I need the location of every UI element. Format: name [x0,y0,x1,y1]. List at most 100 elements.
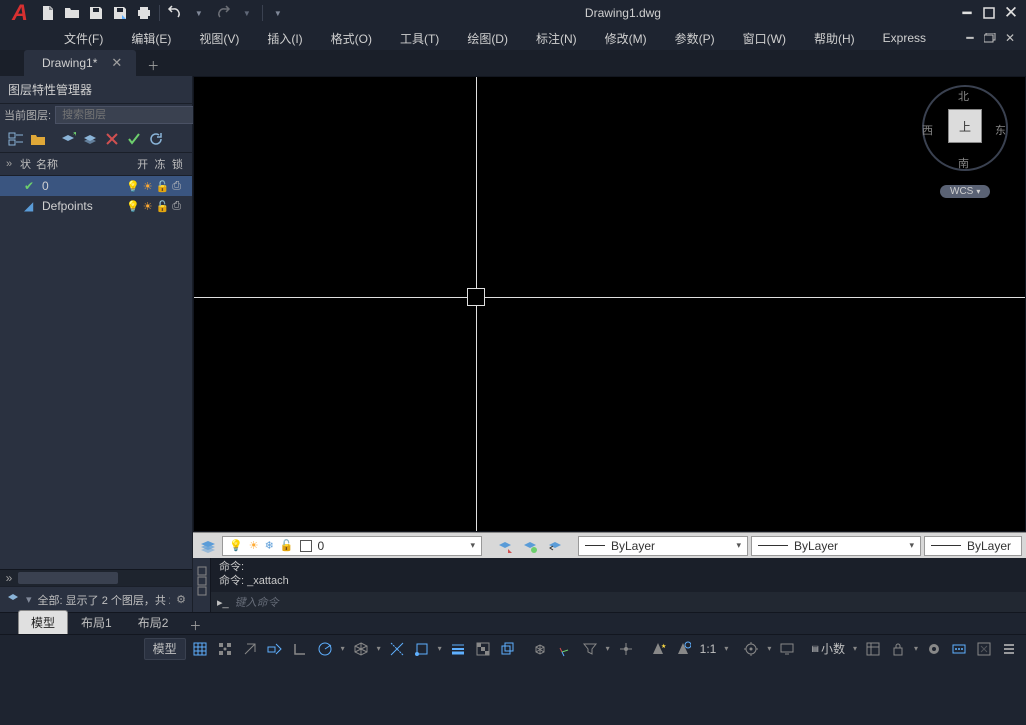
wcs-badge[interactable]: WCS▾ [940,185,990,198]
layer-manager-icon[interactable] [197,535,219,557]
settings-icon[interactable]: ⚙ [176,593,186,606]
command-input[interactable]: ▸_ 键入命令 [211,592,1026,612]
transparency-icon[interactable] [472,638,494,660]
layer-row[interactable]: ◢ Defpoints 💡 ☀ 🔓 ⎙ [0,196,192,216]
menu-dimension[interactable]: 标注(N) [522,27,591,50]
lock-ui-icon[interactable] [887,638,909,660]
menu-help[interactable]: 帮助(H) [800,27,869,50]
annotation-scale-button[interactable]: 1:1 [697,638,720,660]
dropdown-icon[interactable]: ▾ [339,644,347,653]
menu-tools[interactable]: 工具(T) [386,27,453,50]
save-icon[interactable] [86,3,106,23]
sun-icon[interactable]: ☀ [143,180,153,193]
panel-collapse-icon[interactable]: » [0,570,18,586]
layer-previous-icon[interactable] [544,535,566,557]
isolate-objects-icon[interactable] [923,638,945,660]
undo-dropdown-icon[interactable]: ▼ [189,3,209,23]
viewcube-south[interactable]: 南 [958,155,969,171]
plot-icon[interactable]: ⎙ [172,180,181,193]
open-icon[interactable] [62,3,82,23]
dropdown-icon[interactable]: ▾ [722,644,730,653]
menu-draw[interactable]: 绘图(D) [453,27,522,50]
customization-icon[interactable] [998,638,1020,660]
redo-dropdown-icon[interactable]: ▼ [237,3,257,23]
clean-screen-icon[interactable] [973,638,995,660]
gizmo-icon[interactable] [615,638,637,660]
set-current-icon[interactable] [124,130,144,148]
dynamic-ucs-icon[interactable] [554,638,576,660]
lineweight-display-icon[interactable] [447,638,469,660]
header-state[interactable]: 状 [20,156,36,172]
layer-search-input[interactable] [55,106,211,124]
2d-osnap-icon[interactable] [411,638,433,660]
dropdown-icon[interactable]: ▾ [851,644,859,653]
object-snap-tracking-icon[interactable] [386,638,408,660]
viewcube-east[interactable]: 东 [995,122,1006,138]
dropdown-icon[interactable]: ▾ [604,644,612,653]
layer-state-icon[interactable] [80,130,100,148]
add-tab-button[interactable]: ＋ [142,54,164,76]
bulb-icon[interactable]: 💡 [126,180,140,193]
delete-layer-icon[interactable] [102,130,122,148]
filter-tree-icon[interactable] [6,130,26,148]
refresh-icon[interactable] [146,130,166,148]
ortho-mode-icon[interactable] [289,638,311,660]
new-icon[interactable] [38,3,58,23]
document-tab[interactable]: Drawing1* ✕ [24,50,136,76]
close-button[interactable]: ✕ [1000,2,1022,24]
tab-layout2[interactable]: 布局2 [125,610,182,634]
layer-select[interactable]: 💡 ☀ ❄ 🔓 0 ▾ [222,536,482,556]
dropdown-icon[interactable]: ▾ [912,644,920,653]
infer-constraints-icon[interactable] [239,638,261,660]
filter-toggle-icon[interactable] [6,591,20,608]
print-icon[interactable] [134,3,154,23]
horizontal-scrollbar[interactable] [18,570,192,586]
tab-layout1[interactable]: 布局1 [68,610,125,634]
redo-icon[interactable] [213,3,233,23]
annotation-monitor-icon[interactable] [776,638,798,660]
menu-view[interactable]: 视图(V) [185,27,253,50]
match-layer-icon[interactable] [519,535,541,557]
header-freeze[interactable]: 冻 [154,156,165,172]
new-layer-icon[interactable]: ✶ [58,130,78,148]
sun-icon[interactable]: ☀ [143,200,153,213]
dynamic-input-icon[interactable] [264,638,286,660]
add-layout-button[interactable]: ＋ [185,616,205,634]
selection-filter-icon[interactable] [579,638,601,660]
undo-icon[interactable] [165,3,185,23]
hardware-acceleration-icon[interactable] [948,638,970,660]
viewcube-top-face[interactable]: 上 [948,109,982,143]
minimize-button[interactable]: ━ [956,2,978,24]
selection-cycling-icon[interactable] [497,638,519,660]
dropdown-icon[interactable]: ▾ [765,644,773,653]
snap-mode-icon[interactable] [214,638,236,660]
saveas-icon[interactable] [110,3,130,23]
model-space-button[interactable]: 模型 [144,638,186,660]
doc-minimize-icon[interactable]: ━ [960,30,980,46]
menu-file[interactable]: 文件(F) [50,27,117,50]
maximize-button[interactable] [978,2,1000,24]
command-history-icon[interactable] [193,558,211,612]
menu-express[interactable]: Express [869,28,940,48]
lineweight-select[interactable]: ByLayer ▾ [751,536,921,556]
dropdown-icon[interactable]: ▾ [375,644,383,653]
header-lock[interactable]: 锁 [172,156,183,172]
close-tab-icon[interactable]: ✕ [111,55,122,71]
header-name[interactable]: 名称 [36,156,104,172]
viewcube[interactable]: 北 南 西 东 上 WCS▾ [918,85,1013,200]
viewcube-north[interactable]: 北 [958,88,969,104]
annotation-visibility-icon[interactable]: ★ [647,638,669,660]
linetype-select[interactable]: ByLayer ▾ [578,536,748,556]
tab-model[interactable]: 模型 [18,610,68,634]
menu-format[interactable]: 格式(O) [317,27,386,50]
make-current-icon[interactable] [494,535,516,557]
bulb-icon[interactable]: 💡 [126,200,140,213]
grid-display-icon[interactable] [189,638,211,660]
menu-parametric[interactable]: 参数(P) [661,27,729,50]
doc-restore-icon[interactable] [980,30,1000,46]
menu-window[interactable]: 窗口(W) [729,27,800,50]
expand-all-icon[interactable]: » [6,158,20,170]
drawing-canvas[interactable]: 北 南 西 东 上 WCS▾ [193,76,1026,532]
polar-tracking-icon[interactable] [314,638,336,660]
menu-edit[interactable]: 编辑(E) [117,27,185,50]
